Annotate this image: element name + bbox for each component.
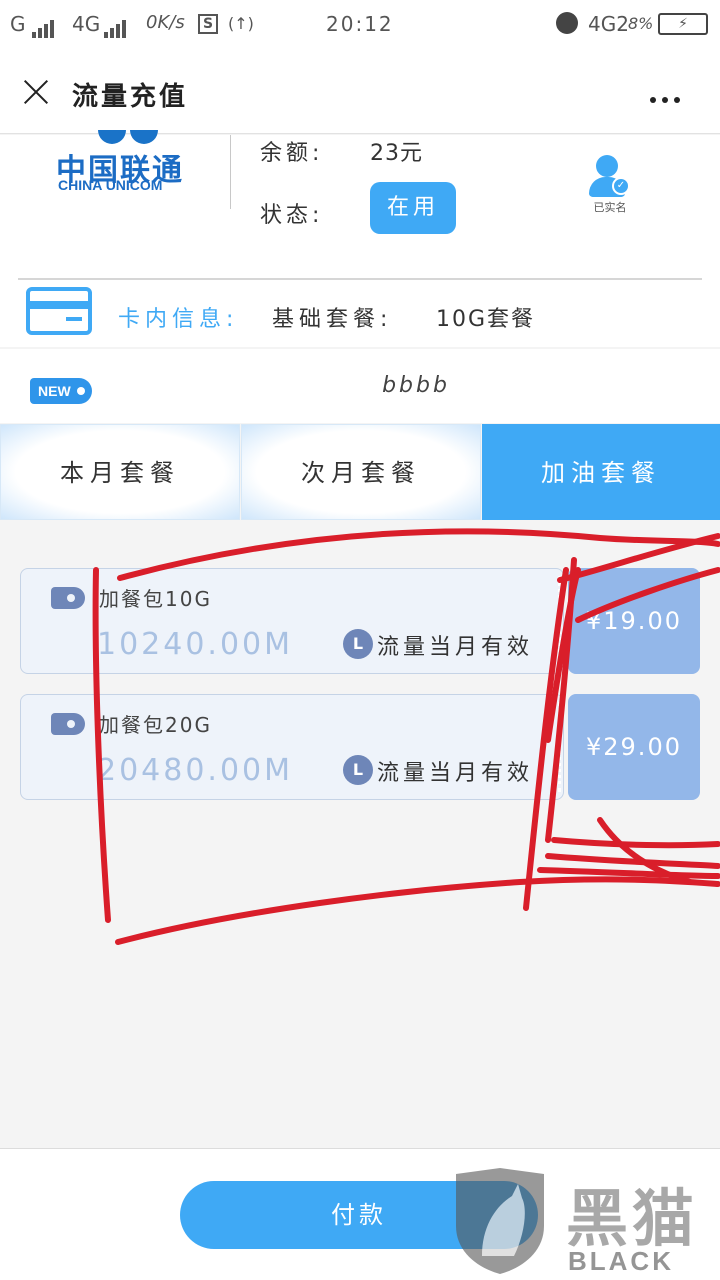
package-item-20g[interactable]: 加餐包20G 20480.00M L 流量当月有效 ¥29.00 (20, 694, 700, 800)
network-speed: 0K/s (146, 12, 185, 33)
balance-label: 余额: (260, 141, 324, 166)
title-bar: 流量充值 (0, 50, 720, 134)
package-validity: 流量当月有效 (377, 635, 534, 660)
cat-shield-watermark-icon (456, 1168, 544, 1274)
package-name: 加餐包20G (99, 713, 212, 737)
package-validity: 流量当月有效 (377, 761, 534, 786)
status-badge: 在用 (370, 182, 456, 234)
tab-boost[interactable]: 加油套餐 (482, 424, 720, 520)
divider (230, 135, 231, 209)
watermark-en: BLACK CAT (568, 1246, 674, 1280)
hotspot-icon: (↑) (228, 14, 254, 33)
plan-tabs: 本月套餐 次月套餐 加油套餐 (0, 424, 720, 520)
package-body: 加餐包20G 20480.00M L 流量当月有效 (20, 694, 564, 800)
card-icon (26, 287, 92, 335)
battery-percent: 8% (628, 14, 654, 33)
price-button[interactable]: ¥29.00 (558, 694, 700, 800)
signal-icon-2 (104, 14, 128, 38)
package-amount: 10240.00M (97, 627, 294, 662)
package-amount: 20480.00M (97, 753, 294, 788)
tab-this-month[interactable]: 本月套餐 (0, 424, 240, 520)
signal-icon (32, 14, 56, 38)
clock-time: 20:12 (326, 12, 394, 36)
sim-icon: S (198, 14, 218, 34)
notice-text: bbbb (382, 373, 450, 398)
unicom-logo-en: CHINA UNICOM (58, 177, 163, 193)
balance-value: 23元 (370, 141, 423, 166)
check-icon: ✓ (612, 177, 630, 195)
tag-icon (51, 587, 85, 609)
clock-icon: L (343, 755, 373, 785)
battery-icon: ⚡ (658, 13, 708, 35)
verified-label: 已实名 (593, 201, 627, 214)
notice-bar: NEW bbbb (0, 349, 720, 423)
package-name: 加餐包10G (99, 587, 212, 611)
carrier2-label: 4G (72, 12, 101, 36)
divider-line (18, 278, 702, 280)
alarm-icon (556, 12, 578, 34)
tag-icon (51, 713, 85, 735)
card-info-label: 卡内信息: (118, 307, 239, 332)
status-bar: G 4G 0K/s S (↑) 20:12 4G2 8% ⚡ (0, 0, 720, 50)
account-card: 中国联通 CHINA UNICOM 余额: 23元 状态: 在用 ✓ 已实名 卡… (0, 130, 720, 347)
base-plan-value: 10G套餐 (436, 307, 536, 332)
tab-next-month[interactable]: 次月套餐 (241, 424, 481, 520)
watermark-cn: 黑猫 (566, 1182, 699, 1255)
network-type: 4G2 (588, 12, 629, 36)
carrier1-label: G (10, 12, 26, 36)
status-label: 状态: (260, 203, 324, 228)
price-button[interactable]: ¥19.00 (558, 568, 700, 674)
user-icon (596, 155, 618, 177)
verified-badge: ✓ 已实名 (586, 155, 634, 231)
package-item-10g[interactable]: 加餐包10G 10240.00M L 流量当月有效 ¥19.00 (20, 568, 700, 674)
clock-icon: L (343, 629, 373, 659)
more-icon[interactable] (650, 88, 690, 103)
page-title: 流量充值 (72, 82, 189, 112)
base-plan-label: 基础套餐: (272, 307, 393, 332)
package-body: 加餐包10G 10240.00M L 流量当月有效 (20, 568, 564, 674)
close-icon[interactable] (22, 78, 50, 106)
